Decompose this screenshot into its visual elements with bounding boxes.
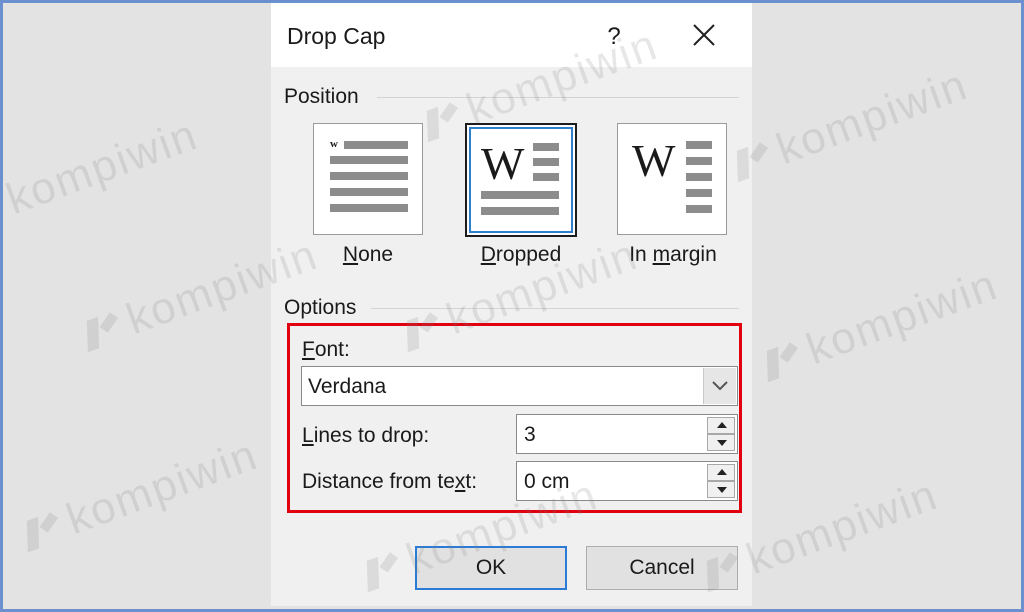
chevron-down-icon xyxy=(712,381,728,391)
text-line xyxy=(686,205,712,213)
ok-button[interactable]: OK xyxy=(415,546,567,590)
distance-up-arrow-icon[interactable] xyxy=(707,464,735,481)
title-bar: Drop Cap ? xyxy=(271,3,752,67)
text-line xyxy=(330,204,408,212)
text-line xyxy=(481,207,559,215)
position-dropped-label[interactable]: Dropped xyxy=(465,243,577,267)
text-line xyxy=(533,143,559,151)
close-button[interactable] xyxy=(684,19,724,55)
text-line xyxy=(481,191,559,199)
text-line xyxy=(330,188,408,196)
lines-to-drop-spinner[interactable]: 3 xyxy=(516,414,738,454)
lines-up-arrow-icon[interactable] xyxy=(707,417,735,434)
font-select[interactable]: Verdana xyxy=(301,366,738,406)
text-line xyxy=(686,173,712,181)
position-group-label: Position xyxy=(284,85,359,108)
drop-cap-w-glyph-icon: W xyxy=(481,138,525,189)
text-line xyxy=(330,156,408,164)
cancel-button[interactable]: Cancel xyxy=(586,546,738,590)
font-dropdown-button[interactable] xyxy=(703,368,736,404)
position-dropped-tile[interactable]: W xyxy=(465,123,577,237)
lines-down-arrow-icon[interactable] xyxy=(707,434,735,451)
text-line xyxy=(686,157,712,165)
text-line xyxy=(686,189,712,197)
text-line xyxy=(686,141,712,149)
text-line xyxy=(344,141,408,149)
font-label: Font: xyxy=(302,338,350,361)
options-group-label: Options xyxy=(284,296,357,319)
drop-cap-dialog: Drop Cap ? Position w None W Dropped W I… xyxy=(271,3,752,606)
options-group-divider xyxy=(371,308,739,309)
position-group-divider xyxy=(377,97,739,98)
lines-to-drop-value[interactable]: 3 xyxy=(524,423,536,447)
text-line xyxy=(533,173,559,181)
small-w-glyph-icon: w xyxy=(330,138,338,150)
text-line xyxy=(330,172,408,180)
position-in-margin-tile[interactable]: W xyxy=(617,123,727,235)
help-button[interactable]: ? xyxy=(598,21,630,53)
position-none-tile[interactable]: w xyxy=(313,123,423,235)
close-icon xyxy=(693,24,715,46)
distance-from-text-value[interactable]: 0 cm xyxy=(524,470,570,494)
distance-from-text-spinner[interactable]: 0 cm xyxy=(516,461,738,501)
margin-w-glyph-icon: W xyxy=(632,135,676,186)
distance-from-text-label: Distance from text: xyxy=(302,470,478,493)
position-none-label[interactable]: None xyxy=(313,243,423,267)
lines-to-drop-label: Lines to drop: xyxy=(302,424,430,447)
font-select-value: Verdana xyxy=(308,375,387,398)
position-in-margin-label[interactable]: In margin xyxy=(611,243,735,267)
dialog-title: Drop Cap xyxy=(287,23,386,49)
distance-down-arrow-icon[interactable] xyxy=(707,481,735,498)
text-line xyxy=(533,158,559,166)
